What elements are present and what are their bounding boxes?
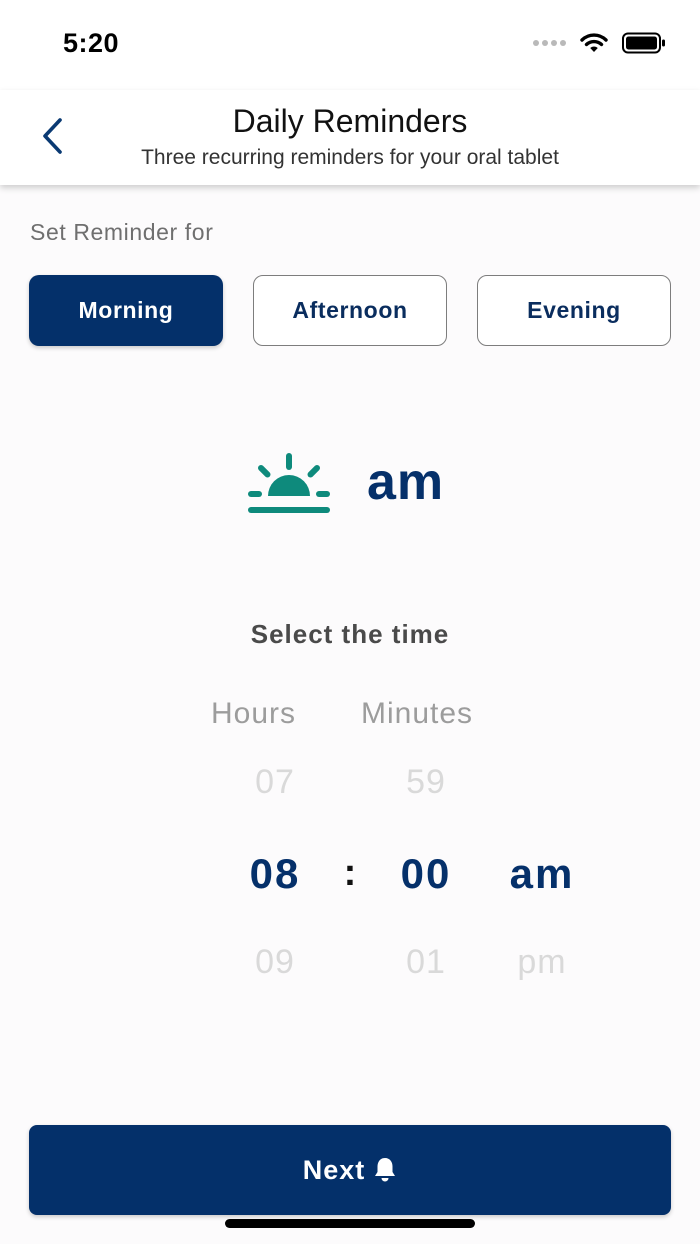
select-time-heading: Select the time — [250, 619, 450, 649]
page-subtitle: Three recurring reminders for your oral … — [141, 146, 559, 169]
minutes-selected[interactable]: 00 — [366, 850, 486, 898]
sunrise-icon — [248, 453, 330, 513]
status-icons — [533, 32, 666, 54]
period-display: am — [0, 450, 700, 520]
minutes-label: Minutes — [361, 697, 474, 730]
evening-button[interactable]: Evening — [477, 275, 671, 346]
status-time: 5:20 — [63, 28, 120, 58]
next-button[interactable]: Next — [29, 1125, 671, 1215]
hours-next[interactable]: 09 — [215, 943, 335, 982]
time-separator: : — [343, 852, 357, 894]
signal-icon — [533, 40, 566, 46]
wifi-icon — [580, 33, 608, 52]
home-indicator — [225, 1219, 475, 1228]
hours-label: Hours — [211, 697, 297, 730]
header: Daily Reminders Three recurring reminder… — [0, 90, 700, 185]
battery-icon — [622, 32, 665, 54]
period-text: am — [367, 453, 445, 511]
bell-icon — [375, 1158, 396, 1182]
status-bar: 5:20 — [0, 0, 700, 90]
ampm-selected[interactable]: am — [482, 850, 602, 898]
ampm-next[interactable]: pm — [482, 943, 602, 982]
minutes-next[interactable]: 01 — [366, 943, 486, 982]
minutes-prev[interactable]: 59 — [366, 763, 486, 802]
next-button-label: Next — [302, 1154, 366, 1185]
morning-button[interactable]: Morning — [29, 275, 223, 346]
set-reminder-label: Set Reminder for — [30, 219, 214, 245]
hours-prev[interactable]: 07 — [215, 763, 335, 802]
page-title: Daily Reminders — [232, 103, 468, 139]
hours-selected[interactable]: 08 — [215, 850, 335, 898]
afternoon-button[interactable]: Afternoon — [253, 275, 447, 346]
